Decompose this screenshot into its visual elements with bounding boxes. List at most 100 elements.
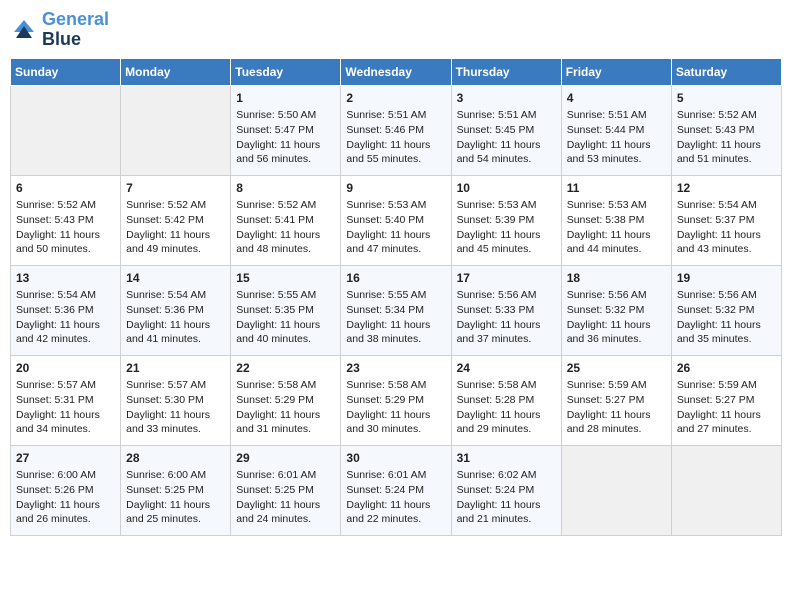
calendar-cell [561, 445, 671, 535]
sunrise: Sunrise: 6:01 AM [236, 469, 316, 481]
day-number: 26 [677, 360, 776, 377]
day-number: 12 [677, 180, 776, 197]
daylight: Daylight: 11 hours and 31 minutes. [236, 409, 320, 436]
sunset: Sunset: 5:25 PM [236, 484, 314, 496]
day-number: 29 [236, 450, 335, 467]
calendar-cell [121, 85, 231, 175]
calendar-cell: 10 Sunrise: 5:53 AM Sunset: 5:39 PM Dayl… [451, 175, 561, 265]
calendar-cell: 14 Sunrise: 5:54 AM Sunset: 5:36 PM Dayl… [121, 265, 231, 355]
sunset: Sunset: 5:34 PM [346, 304, 424, 316]
calendar-cell: 29 Sunrise: 6:01 AM Sunset: 5:25 PM Dayl… [231, 445, 341, 535]
daylight: Daylight: 11 hours and 53 minutes. [567, 139, 651, 166]
weekday-header-row: SundayMondayTuesdayWednesdayThursdayFrid… [11, 58, 782, 85]
sunset: Sunset: 5:35 PM [236, 304, 314, 316]
sunset: Sunset: 5:46 PM [346, 124, 424, 136]
sunrise: Sunrise: 5:58 AM [457, 379, 537, 391]
calendar-cell: 2 Sunrise: 5:51 AM Sunset: 5:46 PM Dayli… [341, 85, 451, 175]
weekday-header-tuesday: Tuesday [231, 58, 341, 85]
sunrise: Sunrise: 5:52 AM [126, 199, 206, 211]
sunset: Sunset: 5:41 PM [236, 214, 314, 226]
daylight: Daylight: 11 hours and 49 minutes. [126, 229, 210, 256]
sunrise: Sunrise: 5:58 AM [346, 379, 426, 391]
sunset: Sunset: 5:38 PM [567, 214, 645, 226]
sunrise: Sunrise: 6:00 AM [126, 469, 206, 481]
calendar-cell: 22 Sunrise: 5:58 AM Sunset: 5:29 PM Dayl… [231, 355, 341, 445]
calendar-cell: 26 Sunrise: 5:59 AM Sunset: 5:27 PM Dayl… [671, 355, 781, 445]
sunset: Sunset: 5:42 PM [126, 214, 204, 226]
sunrise: Sunrise: 5:50 AM [236, 109, 316, 121]
sunset: Sunset: 5:47 PM [236, 124, 314, 136]
daylight: Daylight: 11 hours and 29 minutes. [457, 409, 541, 436]
sunrise: Sunrise: 5:52 AM [677, 109, 757, 121]
day-number: 7 [126, 180, 225, 197]
day-number: 23 [346, 360, 445, 377]
calendar-cell: 3 Sunrise: 5:51 AM Sunset: 5:45 PM Dayli… [451, 85, 561, 175]
sunset: Sunset: 5:37 PM [677, 214, 755, 226]
logo-text: GeneralBlue [42, 10, 109, 50]
daylight: Daylight: 11 hours and 22 minutes. [346, 499, 430, 526]
weekday-header-wednesday: Wednesday [341, 58, 451, 85]
daylight: Daylight: 11 hours and 27 minutes. [677, 409, 761, 436]
calendar-week-3: 13 Sunrise: 5:54 AM Sunset: 5:36 PM Dayl… [11, 265, 782, 355]
day-number: 8 [236, 180, 335, 197]
daylight: Daylight: 11 hours and 36 minutes. [567, 319, 651, 346]
calendar-cell: 7 Sunrise: 5:52 AM Sunset: 5:42 PM Dayli… [121, 175, 231, 265]
day-number: 18 [567, 270, 666, 287]
calendar-cell: 24 Sunrise: 5:58 AM Sunset: 5:28 PM Dayl… [451, 355, 561, 445]
sunrise: Sunrise: 5:53 AM [346, 199, 426, 211]
day-number: 15 [236, 270, 335, 287]
daylight: Daylight: 11 hours and 42 minutes. [16, 319, 100, 346]
sunrise: Sunrise: 5:55 AM [346, 289, 426, 301]
calendar-week-5: 27 Sunrise: 6:00 AM Sunset: 5:26 PM Dayl… [11, 445, 782, 535]
daylight: Daylight: 11 hours and 41 minutes. [126, 319, 210, 346]
calendar-cell: 18 Sunrise: 5:56 AM Sunset: 5:32 PM Dayl… [561, 265, 671, 355]
day-number: 11 [567, 180, 666, 197]
sunset: Sunset: 5:43 PM [677, 124, 755, 136]
daylight: Daylight: 11 hours and 28 minutes. [567, 409, 651, 436]
daylight: Daylight: 11 hours and 24 minutes. [236, 499, 320, 526]
day-number: 27 [16, 450, 115, 467]
day-number: 3 [457, 90, 556, 107]
calendar-cell: 30 Sunrise: 6:01 AM Sunset: 5:24 PM Dayl… [341, 445, 451, 535]
logo: GeneralBlue [10, 10, 109, 50]
day-number: 6 [16, 180, 115, 197]
weekday-header-sunday: Sunday [11, 58, 121, 85]
weekday-header-friday: Friday [561, 58, 671, 85]
sunrise: Sunrise: 5:51 AM [346, 109, 426, 121]
day-number: 9 [346, 180, 445, 197]
day-number: 4 [567, 90, 666, 107]
daylight: Daylight: 11 hours and 37 minutes. [457, 319, 541, 346]
calendar-cell: 12 Sunrise: 5:54 AM Sunset: 5:37 PM Dayl… [671, 175, 781, 265]
logo-icon [10, 16, 38, 44]
day-number: 14 [126, 270, 225, 287]
sunrise: Sunrise: 5:59 AM [567, 379, 647, 391]
calendar-cell: 15 Sunrise: 5:55 AM Sunset: 5:35 PM Dayl… [231, 265, 341, 355]
day-number: 20 [16, 360, 115, 377]
sunset: Sunset: 5:45 PM [457, 124, 535, 136]
sunrise: Sunrise: 5:56 AM [677, 289, 757, 301]
daylight: Daylight: 11 hours and 34 minutes. [16, 409, 100, 436]
sunrise: Sunrise: 5:58 AM [236, 379, 316, 391]
day-number: 16 [346, 270, 445, 287]
sunrise: Sunrise: 5:51 AM [567, 109, 647, 121]
sunset: Sunset: 5:36 PM [16, 304, 94, 316]
day-number: 1 [236, 90, 335, 107]
sunset: Sunset: 5:39 PM [457, 214, 535, 226]
sunrise: Sunrise: 5:57 AM [16, 379, 96, 391]
sunrise: Sunrise: 5:51 AM [457, 109, 537, 121]
sunset: Sunset: 5:24 PM [346, 484, 424, 496]
calendar-table: SundayMondayTuesdayWednesdayThursdayFrid… [10, 58, 782, 536]
sunset: Sunset: 5:24 PM [457, 484, 535, 496]
page-header: GeneralBlue [10, 10, 782, 50]
calendar-cell: 23 Sunrise: 5:58 AM Sunset: 5:29 PM Dayl… [341, 355, 451, 445]
sunset: Sunset: 5:26 PM [16, 484, 94, 496]
day-number: 24 [457, 360, 556, 377]
day-number: 31 [457, 450, 556, 467]
calendar-cell: 13 Sunrise: 5:54 AM Sunset: 5:36 PM Dayl… [11, 265, 121, 355]
calendar-cell: 8 Sunrise: 5:52 AM Sunset: 5:41 PM Dayli… [231, 175, 341, 265]
weekday-header-thursday: Thursday [451, 58, 561, 85]
sunset: Sunset: 5:31 PM [16, 394, 94, 406]
calendar-cell: 9 Sunrise: 5:53 AM Sunset: 5:40 PM Dayli… [341, 175, 451, 265]
calendar-cell [11, 85, 121, 175]
calendar-body: 1 Sunrise: 5:50 AM Sunset: 5:47 PM Dayli… [11, 85, 782, 535]
